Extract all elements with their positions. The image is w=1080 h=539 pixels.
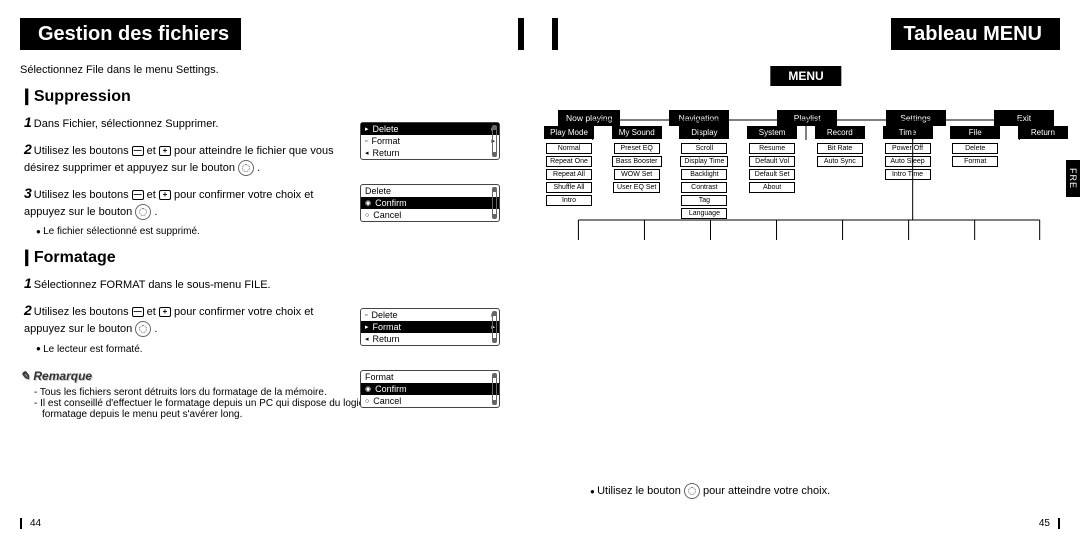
suppression-result: Le fichier sélectionné est supprimé. [36,226,336,237]
navi-icon [135,204,151,220]
formatage-step2: 2Utilisez les boutons — et + pour confir… [24,300,334,338]
device-screen-delete-menu: ▸Delete▸ ▫Format▸ ◂Return [360,122,500,160]
language-tab: FRE [1066,160,1080,197]
formatage-step1: 1Sélectionnez FORMAT dans le sous-menu F… [24,273,334,294]
section-suppression: Suppression [20,86,524,106]
plus-icon: + [159,190,171,200]
suppression-step2: 2Utilisez les boutons — et + pour attein… [24,139,334,177]
page-number-left: 44 [20,518,41,529]
device-screen-delete-confirm: Delete ◉Confirm ○Cancel [360,184,500,222]
formatage-result: Le lecteur est formaté. [36,344,336,355]
suppression-step1: 1Dans Fichier, sélectionnez Supprimer. [24,112,334,133]
menu-tree: MENU Now playingNavigationPlaylistSettin… [552,110,1060,219]
navi-icon [684,483,700,499]
minus-icon: — [132,190,144,200]
menu-root: MENU [770,66,841,86]
plus-icon: + [159,146,171,156]
page-title-right: Tableau MENU [891,18,1060,50]
device-screen-format-menu: ▫Delete▸ ▸Format▸ ◂Return [360,308,500,346]
minus-icon: — [132,307,144,317]
bottom-instruction: Utilisez le bouton pour atteindre votre … [590,483,830,499]
minus-icon: — [132,146,144,156]
navi-icon [238,160,254,176]
plus-icon: + [159,307,171,317]
page-number-right: 45 [1039,518,1060,529]
navi-icon [135,321,151,337]
suppression-step3: 3Utilisez les boutons — et + pour confir… [24,183,334,221]
section-formatage: Formatage [20,247,524,267]
intro-text: Sélectionnez File dans le menu Settings. [20,64,524,76]
device-screen-format-confirm: Format ◉Confirm ○Cancel [360,370,500,408]
page-title-left: Gestion des fichiers [20,18,241,50]
